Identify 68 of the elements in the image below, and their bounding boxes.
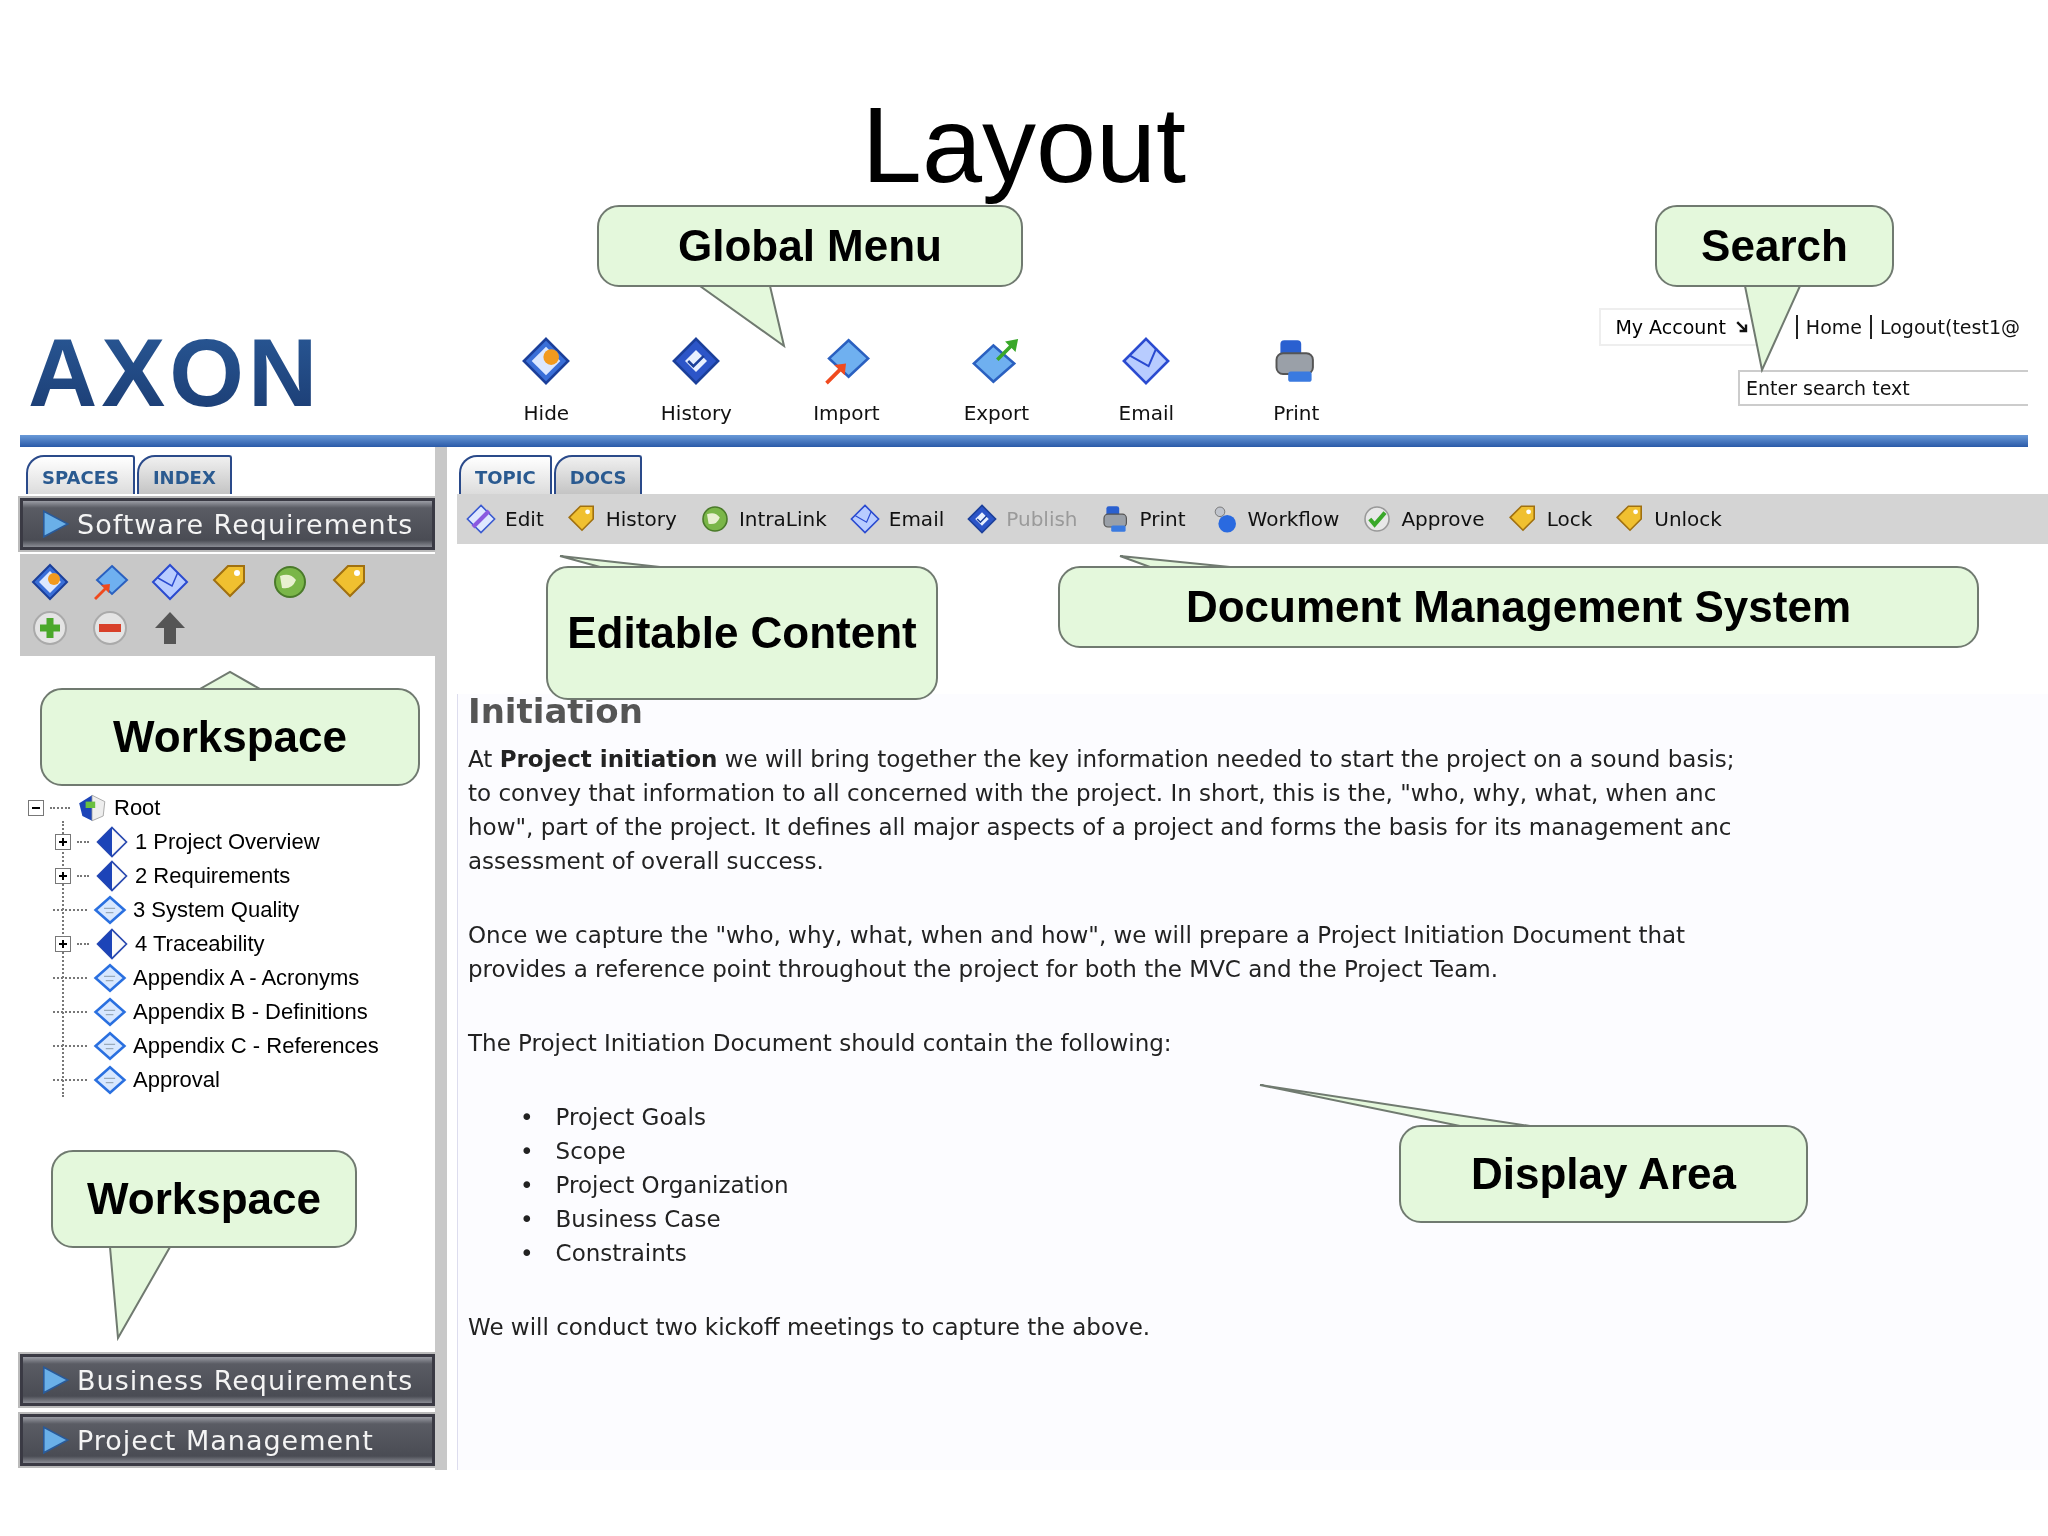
expand-icon[interactable] bbox=[55, 868, 71, 884]
book-icon bbox=[95, 927, 129, 961]
content-tab[interactable]: TOPIC bbox=[459, 455, 552, 494]
envelope-icon bbox=[848, 503, 881, 535]
toolbar-button[interactable]: Approve bbox=[1361, 503, 1485, 535]
list-item: Business Case bbox=[555, 1205, 721, 1234]
expand-icon[interactable] bbox=[55, 834, 71, 850]
paragraph: We will conduct two kickoff meetings to capture the above. bbox=[468, 1313, 1151, 1342]
search-field[interactable]: Enter search text bbox=[1738, 370, 2028, 406]
toolbar-button[interactable]: Unlock bbox=[1614, 503, 1722, 535]
tree-item[interactable]: Approval bbox=[133, 1067, 220, 1093]
header-link[interactable]: Logout(test1@ bbox=[1869, 315, 2028, 339]
space-header[interactable]: Software Requirements bbox=[20, 498, 435, 550]
list-item: Project Organization bbox=[555, 1171, 789, 1200]
bullet: • bbox=[520, 1239, 534, 1268]
book-icon bbox=[76, 792, 108, 824]
menu-button[interactable]: Import bbox=[771, 300, 922, 435]
list-item: Project Goals bbox=[555, 1103, 706, 1132]
tree-item[interactable]: 1 Project Overview bbox=[135, 829, 320, 855]
tree-item[interactable]: Appendix B - Definitions bbox=[133, 999, 368, 1025]
tree-item[interactable]: 2 Requirements bbox=[135, 863, 291, 889]
expand-icon[interactable] bbox=[55, 936, 71, 952]
tree-item[interactable]: Root bbox=[114, 795, 161, 821]
sidebar-tab[interactable]: SPACES bbox=[26, 455, 135, 494]
book-icon bbox=[95, 859, 129, 893]
menu-button[interactable]: Email bbox=[1071, 300, 1222, 435]
menu-button[interactable]: Hide bbox=[471, 300, 622, 435]
menu-button[interactable]: Export bbox=[921, 300, 1072, 435]
envelope-icon bbox=[150, 562, 190, 602]
paragraph: At Project initiation we will bring together the key information needed to start the project on a sound basis; to convey that information to all concerned with the project. In short, this is the, "who, why, what, when anc how", part of the project. It defines all major aspects of a project and forms the basis for its management anc assessment of overall success. bbox=[468, 745, 1735, 876]
list-item: Scope bbox=[555, 1137, 626, 1166]
minus-icon bbox=[90, 608, 130, 648]
tree-item[interactable]: Appendix C - References bbox=[133, 1033, 379, 1059]
sidebar-tab[interactable]: INDEX bbox=[136, 455, 232, 494]
tree-item[interactable]: 3 System Quality bbox=[133, 897, 300, 923]
toolbar-button[interactable]: Lock bbox=[1506, 503, 1593, 535]
document-icon bbox=[30, 562, 70, 602]
page-icon bbox=[93, 1029, 127, 1063]
plus-icon bbox=[30, 608, 70, 648]
slide-title: Layout bbox=[861, 83, 1187, 207]
paragraph: Once we capture the "who, why, what, when and how", we will prepare a Project Initiation Document that provides a reference point throughout the project for both the MVC and the Project Team. bbox=[468, 921, 1686, 984]
page-icon bbox=[93, 961, 127, 995]
bullet: • bbox=[520, 1103, 534, 1132]
bullet: • bbox=[520, 1137, 534, 1166]
bullet: • bbox=[520, 1171, 534, 1200]
page-icon bbox=[93, 995, 127, 1029]
tree-item[interactable]: 4 Traceability bbox=[135, 931, 265, 957]
book-icon bbox=[95, 825, 129, 859]
paragraph: The Project Initiation Document should contain the following: bbox=[468, 1029, 1172, 1058]
space-header[interactable]: Business Requirements bbox=[20, 1354, 435, 1406]
toolbar-button[interactable]: History bbox=[565, 503, 677, 535]
toolbar-button[interactable]: Print bbox=[1099, 503, 1186, 535]
header-link[interactable]: Home bbox=[1795, 315, 1870, 339]
collapse-icon[interactable] bbox=[28, 800, 44, 816]
pencil-icon bbox=[465, 503, 497, 535]
menu-button[interactable]: Print bbox=[1221, 300, 1372, 435]
page-icon bbox=[93, 1063, 127, 1097]
tree-item[interactable]: Appendix A - Acronyms bbox=[133, 965, 360, 991]
document-icon bbox=[966, 503, 999, 535]
toolbar-button[interactable]: Email bbox=[848, 503, 945, 535]
toolbar-button[interactable]: Edit bbox=[465, 503, 544, 535]
toolbar-button[interactable]: Workflow bbox=[1207, 503, 1340, 535]
content-tab[interactable]: DOCS bbox=[553, 455, 643, 494]
bullet: • bbox=[520, 1205, 534, 1234]
list-item: Constraints bbox=[555, 1239, 687, 1268]
space-header[interactable]: Project Management bbox=[20, 1414, 435, 1466]
page-icon bbox=[93, 893, 127, 927]
toolbar-button[interactable]: IntraLink bbox=[698, 503, 827, 535]
